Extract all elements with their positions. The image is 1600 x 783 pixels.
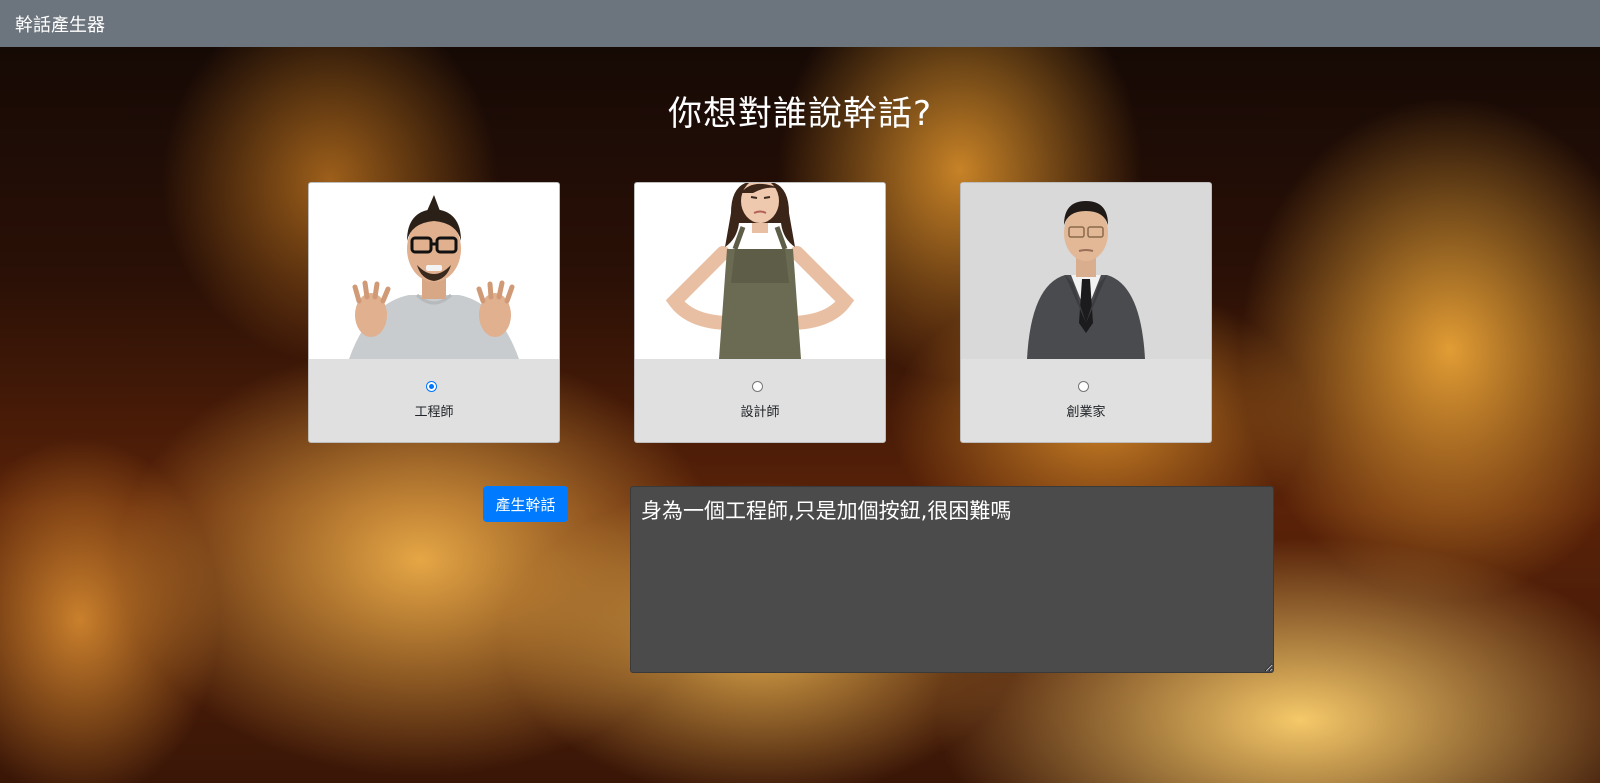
- navbar-brand[interactable]: 幹話產生器: [15, 11, 105, 37]
- option-card-footer: 設計師: [635, 359, 885, 442]
- generate-button[interactable]: 產生幹話: [483, 486, 568, 522]
- option-label-designer: 設計師: [740, 405, 780, 420]
- option-card-entrepreneur[interactable]: 創業家: [960, 182, 1212, 443]
- page-title: 你想對誰說幹話?: [667, 94, 933, 134]
- entrepreneur-photo: [961, 183, 1211, 359]
- engineer-radio[interactable]: [426, 381, 437, 392]
- designer-radio[interactable]: [752, 381, 763, 392]
- option-card-designer[interactable]: 設計師: [634, 182, 886, 443]
- designer-photo: [635, 183, 885, 359]
- option-card-footer: 創業家: [961, 359, 1211, 442]
- option-card-engineer[interactable]: 工程師: [308, 182, 560, 443]
- output-textarea[interactable]: 身為一個工程師,只是加個按鈕,很困難嗎: [630, 486, 1274, 673]
- option-label-entrepreneur: 創業家: [1066, 405, 1106, 420]
- navbar: 幹話產生器: [0, 0, 1600, 47]
- entrepreneur-radio[interactable]: [1078, 381, 1089, 392]
- engineer-photo: [309, 183, 559, 359]
- option-card-footer: 工程師: [309, 359, 559, 442]
- option-label-engineer: 工程師: [414, 405, 454, 420]
